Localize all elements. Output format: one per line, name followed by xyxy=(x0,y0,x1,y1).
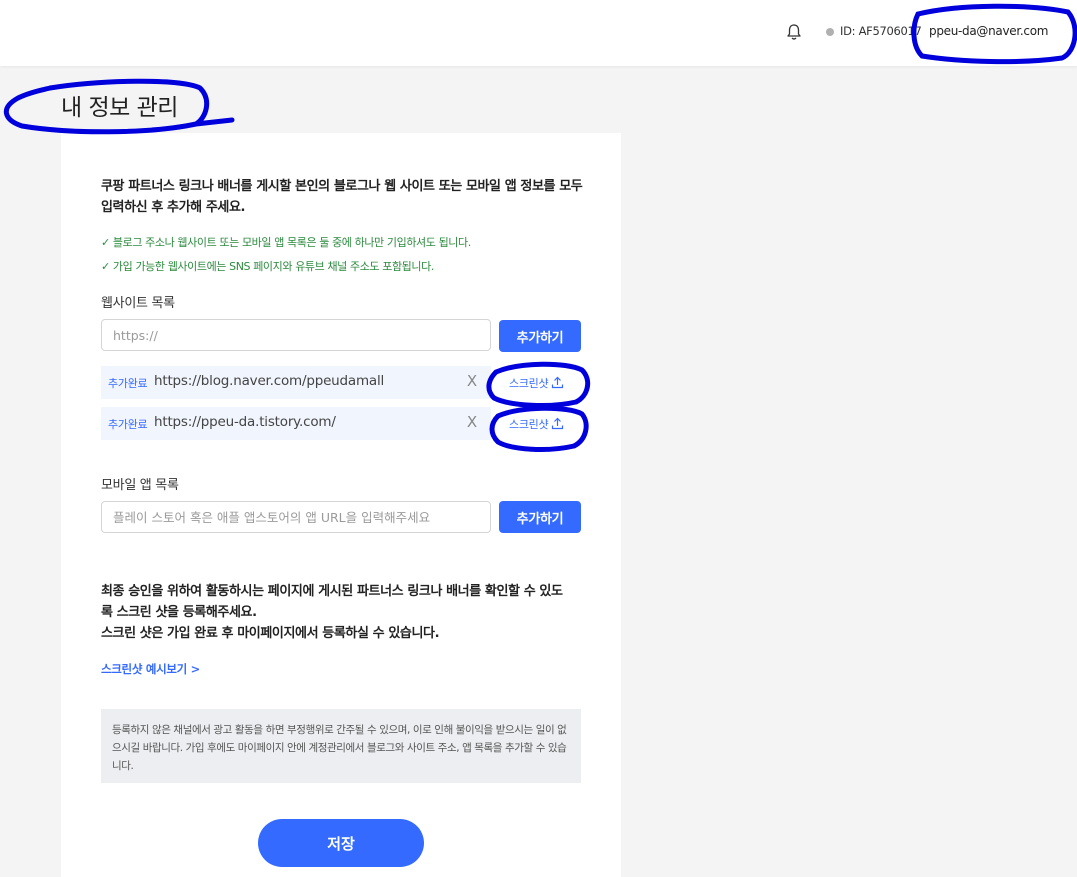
app-list-label: 모바일 앱 목록 xyxy=(101,478,179,493)
upload-icon xyxy=(552,417,564,430)
website-url-input[interactable] xyxy=(101,319,491,351)
website-status: 추가완료 xyxy=(108,377,148,390)
website-item: 추가완료 https://blog.naver.com/ppeudamall X xyxy=(101,366,491,399)
intro-text: 쿠팡 파트너스 링크나 배너를 게시할 본인의 블로그나 웹 사이트 또는 모바… xyxy=(101,179,583,215)
page-title: 내 정보 관리 xyxy=(61,95,178,121)
status-dot xyxy=(826,28,834,36)
add-website-button[interactable]: 추가하기 xyxy=(499,320,581,352)
close-icon[interactable]: X xyxy=(464,371,480,391)
website-url: https://ppeu-da.tistory.com/ xyxy=(154,414,336,430)
app-url-input[interactable] xyxy=(101,501,491,533)
user-email[interactable]: ppeu-da@naver.com xyxy=(929,24,1048,38)
website-item: 추가완료 https://ppeu-da.tistory.com/ X xyxy=(101,407,491,440)
user-id: ID: AF5706017 xyxy=(840,24,922,38)
check-note-2: ✓ 가입 가능한 웹사이트에는 SNS 페이지와 유튜브 채널 주소도 포함됩니… xyxy=(101,260,434,273)
top-bar: ID: AF5706017 ppeu-da@naver.com xyxy=(0,0,1077,66)
screenshot-example-link[interactable]: 스크린샷 예시보기 > xyxy=(101,661,200,677)
warning-box: 등록하지 않은 채널에서 광고 활동을 하면 부정행위로 간주될 수 있으며, … xyxy=(101,709,581,783)
add-app-button[interactable]: 추가하기 xyxy=(499,501,581,533)
close-icon[interactable]: X xyxy=(464,412,480,432)
check-note-1: ✓ 블로그 주소나 웹사이트 또는 모바일 앱 목록은 둘 중에 하나만 기입하… xyxy=(101,236,471,249)
notice-line-2: 스크린 샷은 가입 완료 후 마이페이지에서 등록하실 수 있습니다. xyxy=(101,626,440,641)
website-url: https://blog.naver.com/ppeudamall xyxy=(154,373,385,389)
screenshot-label: 스크린샷 xyxy=(509,377,549,390)
screenshot-notice: 최종 승인을 위하여 활동하시는 페이지에 게시된 파트너스 링크나 배너를 확… xyxy=(101,581,571,644)
screenshot-upload-button[interactable]: 스크린샷 xyxy=(509,375,564,391)
bell-icon[interactable] xyxy=(784,22,804,42)
upload-icon xyxy=(552,376,564,389)
save-button[interactable]: 저장 xyxy=(258,819,424,867)
screenshot-upload-button[interactable]: 스크린샷 xyxy=(509,416,564,432)
website-status: 추가완료 xyxy=(108,418,148,431)
notice-line-1: 최종 승인을 위하여 활동하시는 페이지에 게시된 파트너스 링크나 배너를 확… xyxy=(101,584,563,620)
screenshot-label: 스크린샷 xyxy=(509,418,549,431)
website-list-label: 웹사이트 목록 xyxy=(101,296,175,311)
